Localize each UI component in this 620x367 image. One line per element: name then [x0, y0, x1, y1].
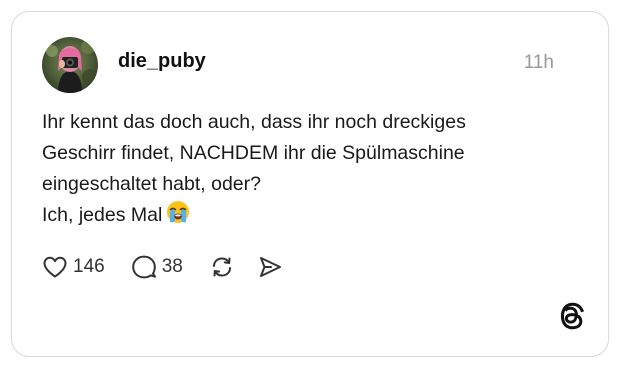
post-text: Ihr kennt das doch auch, dass ihr noch d… [42, 107, 582, 234]
comment-bubble-icon [131, 254, 157, 280]
heart-icon [42, 255, 68, 279]
reply-count: 38 [161, 256, 183, 277]
username[interactable]: die_puby [118, 50, 206, 73]
post-line-4-text: Ich, jedes Mal [42, 204, 163, 226]
send-icon [257, 254, 283, 280]
loudly-crying-face-icon [166, 200, 190, 234]
post-actions: 146 38 [42, 252, 283, 282]
post-timestamp: 11h [523, 52, 554, 73]
repost-icon [209, 254, 235, 280]
post-line-1: Ihr kennt das doch auch, dass ihr noch d… [42, 111, 466, 133]
avatar-image [42, 37, 98, 93]
threads-logo-icon [559, 302, 585, 330]
share-button[interactable] [257, 254, 283, 280]
like-count: 146 [73, 256, 105, 277]
like-button[interactable]: 146 [42, 255, 105, 279]
post-line-2: Geschirr findet, NACHDEM ihr die Spülmas… [42, 142, 465, 164]
post-line-3: eingeschaltet habt, oder? [42, 173, 261, 195]
repost-button[interactable] [209, 254, 235, 280]
post-line-4: Ich, jedes Mal [42, 200, 582, 234]
avatar[interactable] [42, 37, 98, 93]
post-card: die_puby 11h Ihr kennt das doch auch, da… [11, 11, 609, 357]
reply-button[interactable]: 38 [131, 254, 183, 280]
